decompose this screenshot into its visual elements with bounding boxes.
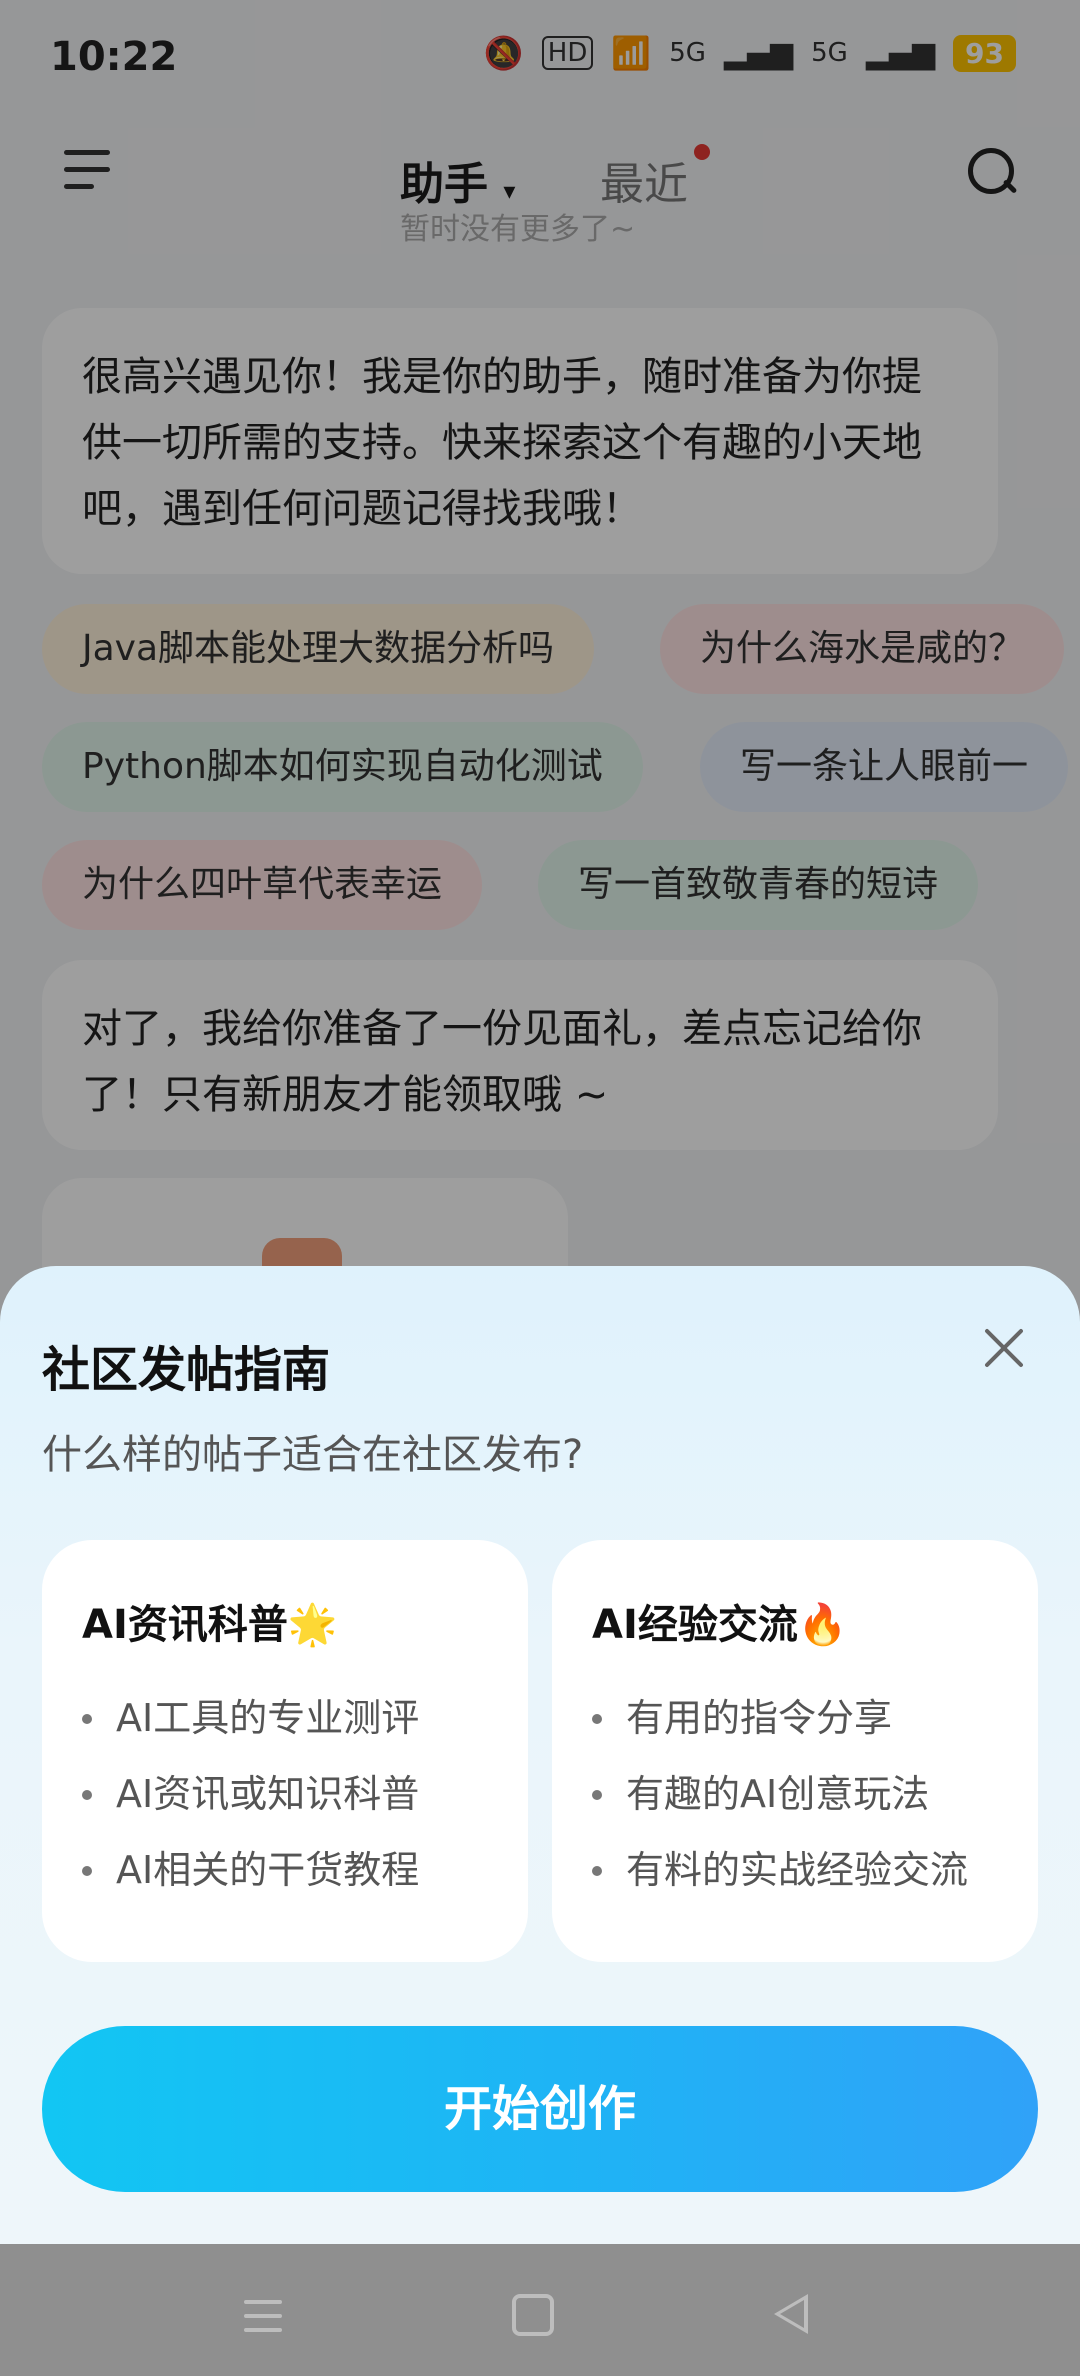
sheet-title: 社区发帖指南 (42, 1342, 331, 1398)
list-item: 有料的实战经验交流 (592, 1832, 968, 1908)
card-list: AI工具的专业测评 AI资讯或知识科普 AI相关的干货教程 (82, 1680, 419, 1908)
system-nav-bar (0, 2244, 1080, 2376)
card-title: AI经验交流🔥 (592, 1602, 848, 1648)
start-creating-button[interactable]: 开始创作 (42, 2026, 1038, 2192)
list-item: AI相关的干货教程 (82, 1832, 419, 1908)
close-icon[interactable] (982, 1326, 1028, 1372)
sheet-subtitle: 什么样的帖子适合在社区发布? (42, 1432, 584, 1478)
home-icon[interactable] (512, 2294, 554, 2336)
recent-apps-icon[interactable] (244, 2300, 282, 2332)
guide-card-ai-news: AI资讯科普🌟 AI工具的专业测评 AI资讯或知识科普 AI相关的干货教程 (42, 1540, 528, 1962)
back-icon[interactable] (774, 2294, 808, 2334)
list-item: 有趣的AI创意玩法 (592, 1756, 968, 1832)
list-item: 有用的指令分享 (592, 1680, 968, 1756)
card-title: AI资讯科普🌟 (82, 1602, 338, 1648)
list-item: AI工具的专业测评 (82, 1680, 419, 1756)
post-guide-sheet: 社区发帖指南 什么样的帖子适合在社区发布? AI资讯科普🌟 AI工具的专业测评 … (0, 1266, 1080, 2244)
card-list: 有用的指令分享 有趣的AI创意玩法 有料的实战经验交流 (592, 1680, 968, 1908)
guide-card-ai-exchange: AI经验交流🔥 有用的指令分享 有趣的AI创意玩法 有料的实战经验交流 (552, 1540, 1038, 1962)
list-item: AI资讯或知识科普 (82, 1756, 419, 1832)
